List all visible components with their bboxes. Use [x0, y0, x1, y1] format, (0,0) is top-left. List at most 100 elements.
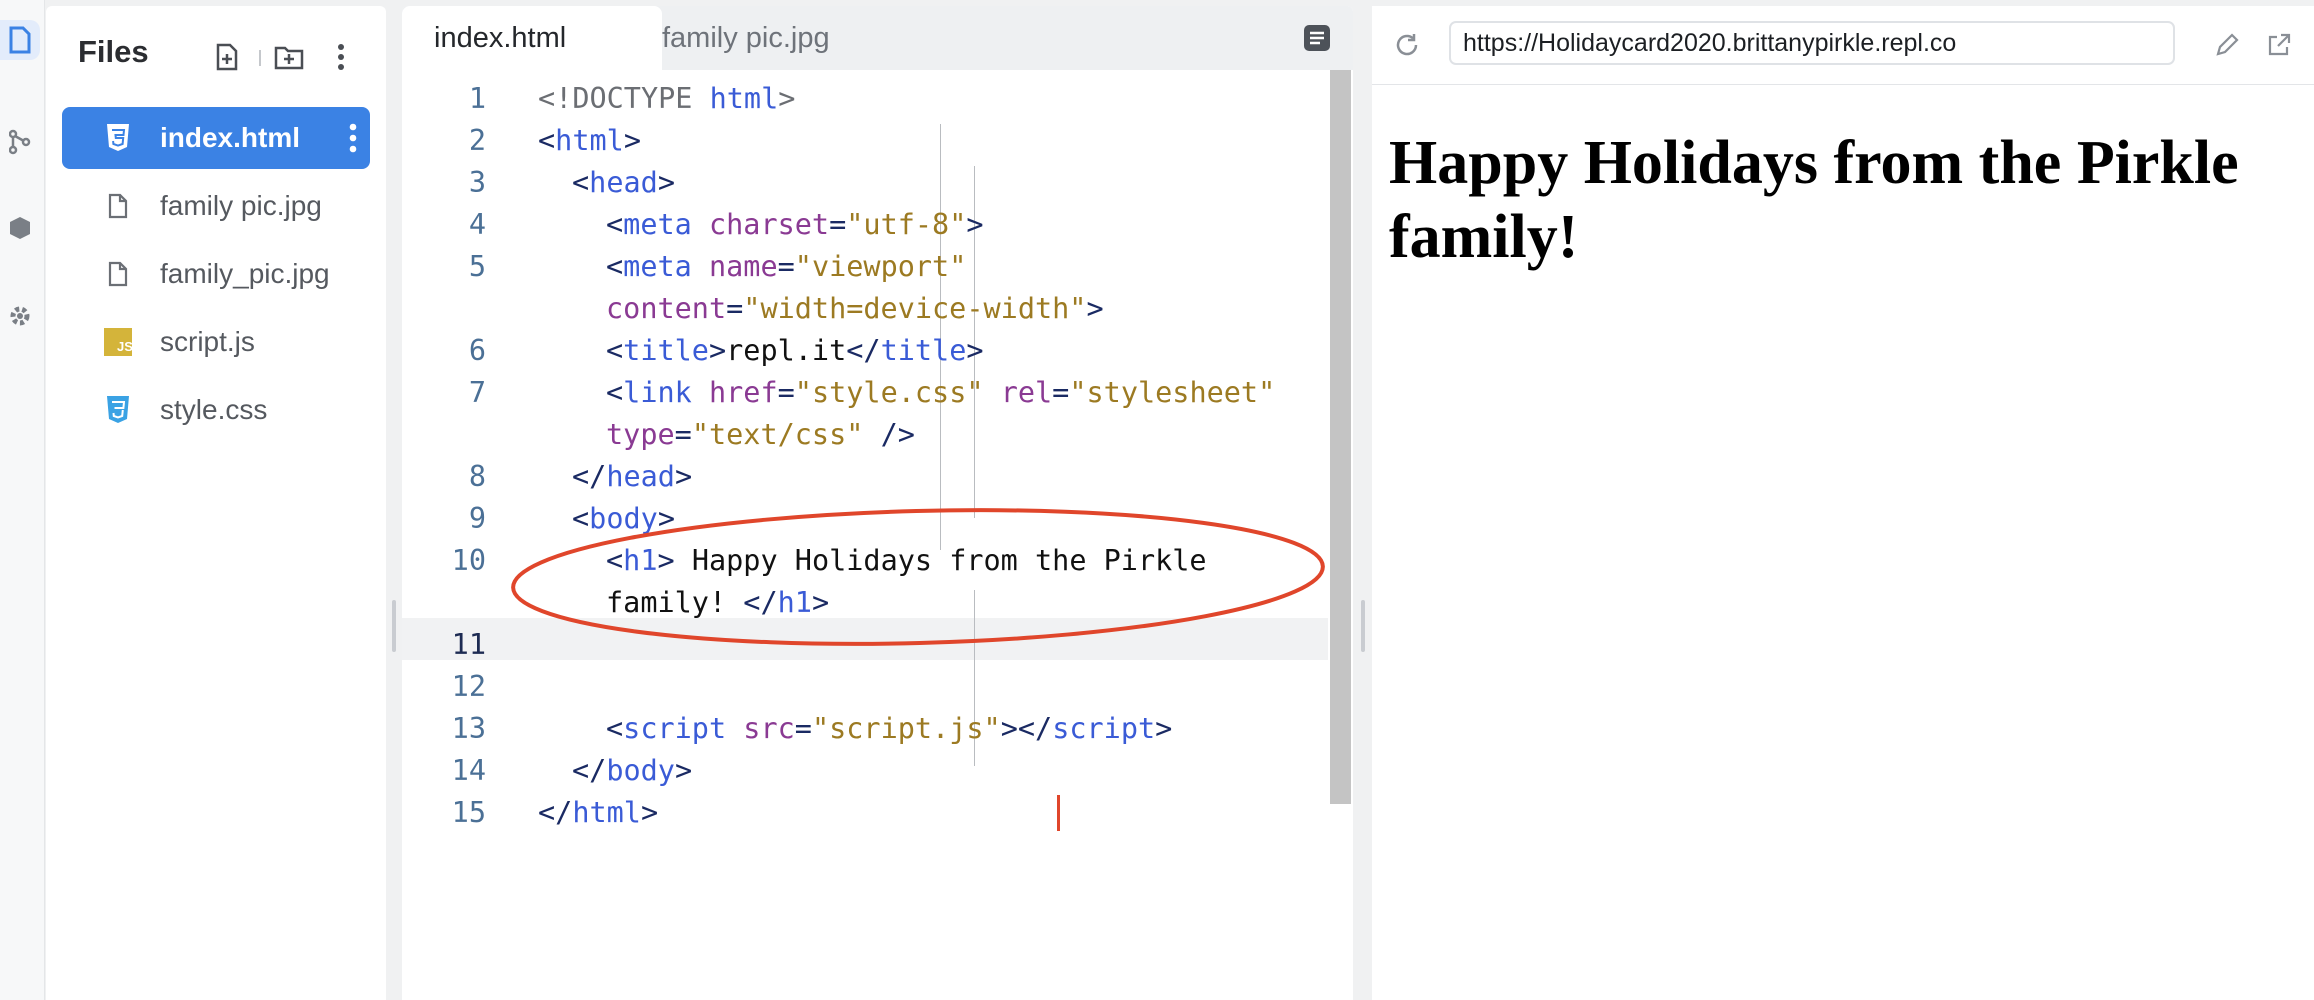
file-item-label: family pic.jpg — [160, 190, 322, 221]
tag-name: h1 — [623, 544, 658, 577]
attr-value: "text/css" — [691, 418, 864, 451]
code-line: <html> — [538, 124, 641, 157]
preview-heading: Happy Holidays from the Pirkle family! — [1389, 129, 2239, 271]
punct: > — [811, 586, 830, 619]
settings-gear-icon[interactable] — [0, 296, 40, 336]
punct: < — [606, 334, 624, 367]
attr-name: rel — [983, 376, 1053, 409]
files-panel: Files index.html family pic.jpg family_p… — [46, 6, 386, 1000]
tag-name: title — [623, 334, 709, 367]
punct: > — [1155, 712, 1173, 745]
tag-name: head — [589, 166, 658, 199]
line-number: 13 — [451, 712, 486, 745]
file-item-family-pic-jpg[interactable]: family pic.jpg — [62, 175, 370, 237]
html5-icon — [98, 123, 138, 153]
punct: </ — [572, 754, 607, 787]
scrollbar-thumb[interactable] — [1330, 70, 1351, 804]
open-new-tab-button[interactable] — [2262, 28, 2296, 62]
line-number: 9 — [468, 502, 486, 535]
code-line: <script src="script.js"></script> — [606, 712, 1172, 745]
punct: > — [1086, 292, 1104, 325]
punct: < — [572, 166, 590, 199]
js-icon: JS — [98, 328, 138, 356]
files-more-button[interactable] — [326, 42, 356, 72]
webview-toolbar — [1372, 6, 2314, 85]
punct: > — [674, 460, 693, 493]
new-file-button[interactable] — [212, 42, 242, 72]
tag-name: body — [606, 754, 675, 787]
file-item-family_pic-jpg[interactable]: family_pic.jpg — [62, 243, 370, 305]
punct: = — [777, 376, 795, 409]
punct: > — [657, 166, 675, 199]
tag-name: meta — [623, 208, 692, 241]
text-content: family! — [606, 586, 744, 619]
line-number: 10 — [451, 544, 486, 577]
tag-name: title — [880, 334, 967, 367]
pencil-icon — [2216, 33, 2239, 56]
url-input[interactable] — [1449, 21, 2175, 65]
file-item-style-css[interactable]: style.css — [62, 379, 370, 441]
doctype-token: <!DOCTYPE — [538, 82, 710, 115]
file-item-script-js[interactable]: JS script.js — [62, 311, 370, 373]
new-folder-icon — [274, 46, 304, 70]
tab-label: index.html — [434, 21, 567, 54]
tag-name: meta — [623, 250, 692, 283]
attr-value: "width=device-width" — [743, 292, 1087, 325]
sidebar-resize-handle[interactable] — [386, 0, 402, 1000]
file-options-button[interactable] — [346, 123, 360, 153]
line-number: 8 — [468, 460, 486, 493]
resize-grip[interactable] — [392, 600, 396, 652]
punct: = — [794, 712, 812, 745]
edit-url-button[interactable] — [2210, 28, 2244, 62]
files-panel-title: Files — [78, 34, 149, 69]
files-nav-icon[interactable] — [0, 20, 40, 60]
file-item-label: index.html — [160, 122, 301, 153]
editor-scrollbar[interactable] — [1328, 70, 1353, 1000]
version-control-icon[interactable] — [0, 122, 40, 162]
line-number: 12 — [451, 670, 486, 703]
file-item-label: script.js — [160, 326, 255, 357]
text-content: Happy Holidays from the Pirkle — [674, 544, 1207, 577]
new-file-icon — [216, 43, 238, 71]
tag-name: html — [572, 796, 641, 829]
new-folder-button[interactable] — [274, 42, 304, 72]
outline-toggle-button[interactable] — [1301, 22, 1333, 54]
file-item-index-html[interactable]: index.html — [62, 107, 370, 169]
reload-button[interactable] — [1390, 28, 1424, 62]
packages-icon[interactable] — [0, 208, 40, 248]
outline-icon — [1304, 25, 1330, 51]
punct: </ — [846, 334, 881, 367]
line-number: 3 — [468, 166, 486, 199]
tab-index-html[interactable]: index.html — [402, 6, 662, 70]
tag-name: script — [623, 712, 727, 745]
punct: < — [538, 124, 556, 157]
attr-name: href — [691, 376, 778, 409]
attr-name: content — [606, 292, 727, 325]
punct: < — [606, 208, 624, 241]
punct: > — [966, 334, 984, 367]
attr-name: charset — [691, 208, 830, 241]
preview-resize-handle[interactable] — [1353, 0, 1372, 1000]
code-area[interactable]: 1 2 3 4 5 6 7 8 9 10 11 12 13 14 15 <!DO… — [402, 70, 1328, 1000]
tag-name: html — [555, 124, 624, 157]
punct: < — [572, 502, 590, 535]
resize-grip[interactable] — [1361, 600, 1365, 652]
line-number: 1 — [468, 82, 486, 115]
toolbar-divider — [259, 50, 261, 66]
tab-family-pic-jpg[interactable]: family pic.jpg — [662, 6, 862, 70]
attr-value: "stylesheet" — [1069, 376, 1276, 409]
file-item-label: style.css — [160, 394, 268, 425]
line-number: 5 — [468, 250, 486, 283]
tag-name: head — [606, 460, 675, 493]
webview-pane: Happy Holidays from the Pirkle family! — [1372, 6, 2314, 1000]
tab-label: family pic.jpg — [662, 21, 830, 54]
punct: < — [606, 712, 624, 745]
tag-name: body — [589, 502, 658, 535]
line-number: 6 — [468, 334, 486, 367]
punct: = — [1052, 376, 1070, 409]
tag-name: html — [709, 82, 779, 115]
line-number: 14 — [451, 754, 486, 787]
code-line: <head> — [572, 166, 675, 199]
line-number: 15 — [451, 796, 486, 829]
attr-name: type — [606, 418, 675, 451]
